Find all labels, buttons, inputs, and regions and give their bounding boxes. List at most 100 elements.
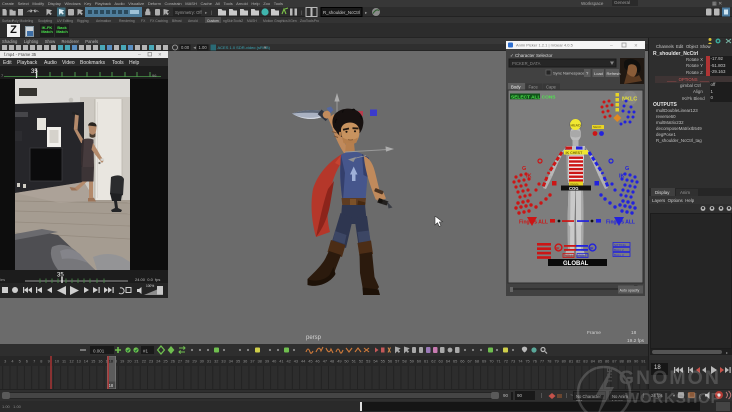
svg-text:–: – — [610, 43, 613, 49]
svg-text:Face: Face — [529, 84, 539, 89]
svg-text:13: 13 — [77, 359, 81, 364]
svg-text:35: 35 — [57, 273, 64, 279]
svg-text:88: 88 — [620, 359, 624, 364]
svg-text:55: 55 — [381, 359, 385, 364]
svg-text:✕: ✕ — [158, 52, 162, 57]
svg-text:75: 75 — [525, 359, 529, 364]
svg-text:7: 7 — [33, 359, 35, 364]
svg-text:3: 3 — [4, 359, 6, 364]
svg-text:SITTING: SITTING — [614, 243, 626, 247]
svg-text:ROLL: ROLL — [565, 254, 574, 258]
svg-text:36: 36 — [243, 359, 247, 364]
svg-text:65: 65 — [453, 359, 457, 364]
svg-text:NECK: NECK — [593, 125, 601, 129]
svg-text:(: ( — [699, 394, 701, 400]
svg-text:24.00 0.0 fps: 24.00 0.0 fps — [135, 277, 160, 282]
svg-text:57: 57 — [395, 359, 399, 364]
svg-text:Bookmarks: Bookmarks — [80, 60, 106, 66]
svg-text:81: 81 — [569, 359, 573, 364]
svg-text:71: 71 — [496, 359, 500, 364]
svg-text:21: 21 — [134, 359, 138, 364]
svg-text:1.00: 1.00 — [199, 45, 208, 50]
svg-text:67: 67 — [468, 359, 472, 364]
svg-text:Fingers ALL: Fingers ALL — [519, 220, 548, 226]
svg-text:77: 77 — [540, 359, 544, 364]
svg-text:32: 32 — [214, 359, 218, 364]
svg-text:Symmetry: Off: Symmetry: Off — [175, 10, 203, 15]
svg-text:9: 9 — [48, 359, 50, 364]
svg-text:11: 11 — [62, 359, 66, 364]
svg-text:ROLL: ROLL — [579, 254, 588, 258]
svg-text:SELECT ALL CONS: SELECT ALL CONS — [511, 95, 556, 101]
svg-text:83: 83 — [583, 359, 587, 364]
svg-text:58: 58 — [402, 359, 406, 364]
svg-text:◄: ◄ — [193, 45, 197, 50]
svg-text:#1: #1 — [143, 349, 149, 354]
svg-text:85: 85 — [598, 359, 602, 364]
svg-text:R_shoulder_NcCtrl: R_shoulder_NcCtrl — [323, 10, 360, 15]
svg-text:G: G — [522, 166, 526, 172]
svg-text:69: 69 — [482, 359, 486, 364]
svg-text:68: 68 — [475, 359, 479, 364]
svg-text:22: 22 — [142, 359, 146, 364]
svg-text:IK CHEST: IK CHEST — [566, 151, 584, 155]
svg-text:12: 12 — [69, 359, 73, 364]
svg-text:PICKER_DATA: PICKER_DATA — [512, 61, 541, 66]
svg-text:47: 47 — [323, 359, 327, 364]
svg-text:26: 26 — [171, 359, 175, 364]
svg-text:Edit: Edit — [3, 60, 12, 66]
svg-text:87: 87 — [612, 359, 616, 364]
svg-text:41: 41 — [279, 359, 283, 364]
svg-text:29: 29 — [192, 359, 196, 364]
svg-text:46: 46 — [315, 359, 319, 364]
svg-text:| ·: | · — [165, 10, 170, 15]
svg-text:Anim Picker 1.2.1 | mGear 4.0.: Anim Picker 1.2.1 | mGear 4.0.5 — [516, 43, 574, 48]
svg-text:8: 8 — [40, 359, 42, 364]
svg-text:25: 25 — [163, 359, 167, 364]
svg-text:76: 76 — [533, 359, 537, 364]
svg-text:53: 53 — [366, 359, 370, 364]
svg-text:GLOBAL: GLOBAL — [563, 261, 589, 267]
svg-text:NKLC: NKLC — [622, 97, 637, 103]
svg-text:0.001: 0.001 — [93, 349, 105, 354]
svg-text:5: 5 — [19, 359, 21, 364]
svg-text:91: 91 — [641, 359, 645, 364]
svg-text:Fingers ALL: Fingers ALL — [606, 220, 635, 226]
svg-text:28: 28 — [185, 359, 189, 364]
svg-text:100%: 100% — [146, 284, 154, 288]
svg-text:56: 56 — [388, 359, 392, 364]
svg-text:✓ Character Selector: ✓ Character Selector — [510, 53, 553, 58]
svg-text:19: 19 — [120, 359, 124, 364]
svg-text:78: 78 — [547, 359, 551, 364]
svg-text:▸: ▸ — [365, 10, 368, 15]
svg-text:73: 73 — [511, 359, 515, 364]
svg-text:Playback: Playback — [17, 60, 38, 66]
svg-text:49: 49 — [337, 359, 341, 364]
svg-text:82: 82 — [576, 359, 580, 364]
svg-text:|: | — [301, 10, 302, 15]
svg-text:Refresh: Refresh — [607, 71, 621, 76]
svg-text:HEAD: HEAD — [571, 124, 582, 128]
svg-text:61: 61 — [424, 359, 428, 364]
svg-text:–: – — [138, 52, 141, 58]
svg-text:f.mp4 - Frame 35: f.mp4 - Frame 35 — [4, 52, 37, 57]
svg-text:42: 42 — [287, 359, 291, 364]
svg-text:63: 63 — [439, 359, 443, 364]
svg-text:39: 39 — [265, 359, 269, 364]
svg-text:72: 72 — [504, 359, 508, 364]
svg-text:18: 18 — [109, 383, 114, 388]
svg-text:COG: COG — [569, 186, 579, 191]
svg-text:89: 89 — [627, 359, 631, 364]
svg-text:15: 15 — [91, 359, 95, 364]
svg-text:BALL 3: BALL 3 — [614, 253, 624, 257]
svg-text:37: 37 — [250, 359, 254, 364]
svg-text:33: 33 — [221, 359, 225, 364]
svg-text:Sync Namespace: Sync Namespace — [553, 71, 585, 76]
svg-text:66: 66 — [460, 359, 464, 364]
svg-text:96: 96 — [152, 73, 157, 78]
svg-text:35: 35 — [236, 359, 240, 364]
svg-text:Help: Help — [129, 60, 140, 66]
svg-text:G: G — [625, 166, 629, 172]
svg-text:Video: Video — [62, 60, 75, 66]
svg-text:16: 16 — [98, 359, 102, 364]
